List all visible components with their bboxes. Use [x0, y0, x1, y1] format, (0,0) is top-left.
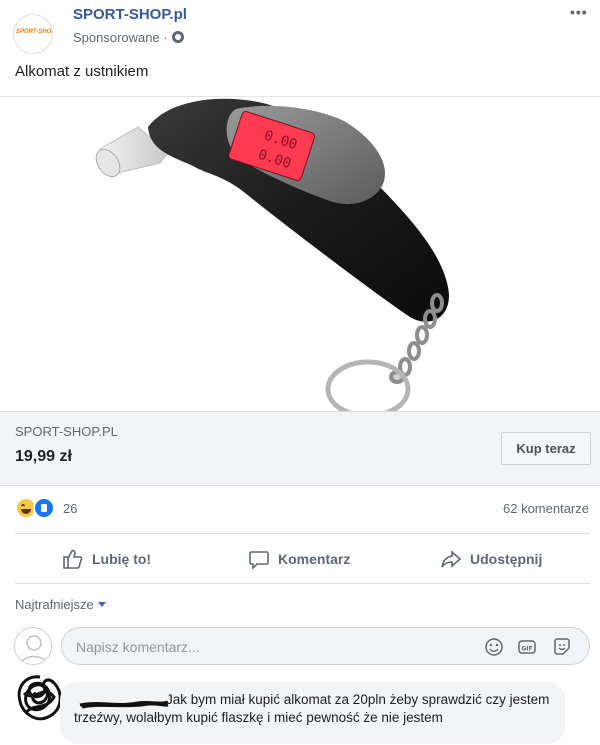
comment-text: Jak bym miał kupić alkomat za 20pln żeby…: [74, 692, 550, 725]
default-avatar-icon: [15, 628, 51, 664]
redacted-avatar[interactable]: [14, 673, 66, 725]
link-preview[interactable]: SPORT-SHOP.PL 19,99 zł Kup teraz: [0, 411, 600, 486]
like-button[interactable]: Lubię to!: [62, 545, 151, 573]
buy-now-button[interactable]: Kup teraz: [501, 432, 591, 465]
emoji-icon[interactable]: [484, 637, 504, 657]
like-reaction-icon: [33, 497, 55, 519]
current-user-avatar[interactable]: [14, 627, 52, 665]
comment-input[interactable]: [76, 637, 456, 657]
reaction-count: 26: [63, 501, 78, 516]
share-label: Udostępnij: [470, 551, 543, 567]
sponsored-text: Sponsorowane ·: [73, 30, 168, 45]
logo-text: SPORT-SHOP.pl: [16, 29, 52, 35]
post-header: SPORT-SHOP.pl SPORT-SHOP.pl Sponsorowane…: [0, 0, 600, 56]
page-name[interactable]: SPORT-SHOP.pl: [73, 6, 187, 23]
breathalyzer-image: 0.00 0.00: [95, 98, 449, 411]
post-text: Alkomat z ustnikiem: [15, 63, 149, 80]
comment-label: Komentarz: [278, 551, 351, 567]
share-arrow-icon: [441, 550, 462, 568]
comment-sort-dropdown[interactable]: Najtrafniejsze: [15, 597, 106, 612]
more-options-icon[interactable]: •••: [570, 4, 588, 20]
comment-button[interactable]: Komentarz: [248, 545, 350, 573]
thumbs-up-icon: [63, 549, 83, 569]
svg-text:GIF: GIF: [521, 646, 532, 653]
link-price: 19,99 zł: [15, 448, 72, 465]
caret-down-icon: [97, 602, 106, 607]
page-logo[interactable]: SPORT-SHOP.pl: [13, 14, 53, 54]
like-label: Lubię to!: [92, 551, 152, 567]
sponsored-label: Sponsorowane ·: [73, 30, 184, 45]
sort-label: Najtrafniejsze: [15, 597, 94, 612]
link-domain: SPORT-SHOP.PL: [15, 424, 118, 439]
comment-bubble-icon: [249, 551, 269, 570]
divider: [15, 583, 590, 584]
comment-count[interactable]: 62 komentarze: [503, 501, 589, 516]
comment-bubble: Jak bym miał kupić alkomat za 20pln żeby…: [60, 682, 565, 744]
comment-item: Jak bym miał kupić alkomat za 20pln żeby…: [0, 670, 600, 745]
divider: [15, 533, 590, 534]
globe-icon: [171, 31, 184, 43]
product-image[interactable]: 0.00 0.00: [0, 96, 600, 411]
gif-icon[interactable]: GIF: [517, 637, 537, 657]
sticker-icon[interactable]: [552, 637, 572, 657]
key-ring: [325, 359, 411, 411]
share-button[interactable]: Udostępnij: [440, 545, 542, 573]
comment-input-box[interactable]: GIF: [61, 627, 590, 665]
